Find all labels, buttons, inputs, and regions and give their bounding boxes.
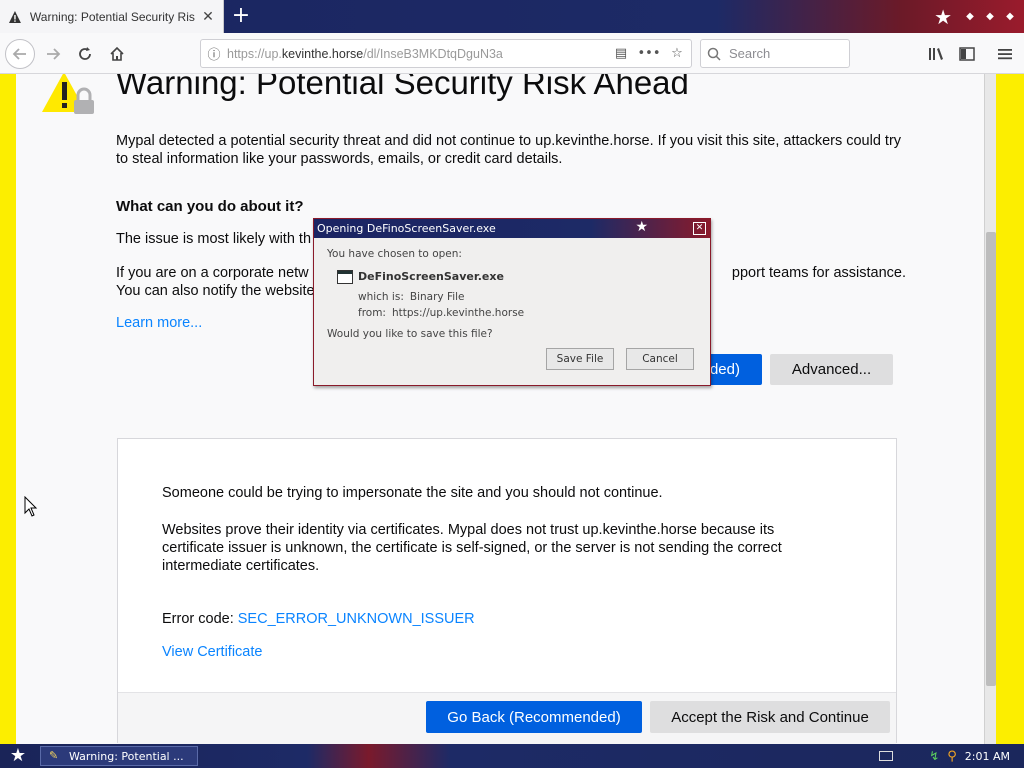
file-source-line: from: https://up.kevinthe.horse [358,307,524,319]
accept-risk-button[interactable]: Accept the Risk and Continue [650,701,890,733]
save-file-button[interactable]: Save File [546,348,614,370]
taskbar-item-browser[interactable]: ✎ Warning: Potential ... [40,746,198,766]
minimize-icon[interactable]: ◆ [962,9,978,25]
warning-icon [8,10,21,23]
library-icon [929,48,943,60]
error-page: Warning: Potential Security Risk Ahead M… [16,74,996,744]
view-certificate-link[interactable]: View Certificate [162,644,262,660]
corp-text-left: If you are on a corporate netw [116,265,309,281]
tab-security-warning[interactable]: Warning: Potential Security Risk A ✕ [0,0,224,33]
taskbar-item-label: Warning: Potential ... [69,749,184,763]
url-prefix: https://up. [227,46,282,61]
taskbar: ★ ✎ Warning: Potential ... ↯ ⚲ 2:01 AM [0,744,1024,768]
file-type-line: which is: Binary File [358,291,465,303]
keyboard-icon[interactable] [879,751,894,761]
what-can-you-do-heading: What can you do about it? [116,198,304,215]
executable-file-icon [337,270,353,284]
search-icon [707,47,721,61]
reload-button[interactable] [70,39,100,69]
search-input[interactable] [729,46,839,61]
sidebar-button[interactable] [955,42,979,66]
maximize-icon[interactable]: ◆ [982,9,998,25]
arrow-left-icon [12,48,26,60]
sidebar-icon [959,47,975,61]
error-code-line: Error code: SEC_ERROR_UNKNOWN_ISSUER [162,611,475,627]
hamburger-menu-icon [998,49,1012,60]
file-type-label: which is: [358,291,404,303]
tab-close-icon[interactable]: ✕ [201,9,215,25]
clock[interactable]: 2:01 AM [965,750,1010,763]
page-scrollbar[interactable] [984,74,996,744]
library-button[interactable] [924,42,948,66]
new-tab-button[interactable]: + [226,0,256,33]
dialog-title: Opening DeFinoScreenSaver.exe [317,222,496,235]
file-source-label: from: [358,307,386,319]
dialog-titlebar[interactable]: Opening DeFinoScreenSaver.exe ★ ✕ [314,219,710,238]
window-controls: ★ ◆ ◆ ◆ [934,0,1018,33]
start-button[interactable]: ★ [6,744,30,768]
impersonate-text: Someone could be trying to impersonate t… [162,485,663,501]
home-icon [110,46,124,61]
page-actions-icon[interactable]: ••• [635,46,663,61]
search-bar[interactable] [700,39,850,68]
url-path: /dl/InseB3MKDtqDguN3a [363,46,503,61]
home-button[interactable] [102,39,132,69]
certificate-explanation: Websites prove their identity via certif… [162,522,782,574]
forward-button[interactable] [38,39,68,69]
page-title: Warning: Potential Security Risk Ahead [116,74,689,101]
chosen-to-open-label: You have chosen to open: [327,248,462,260]
url-host: kevinthe.horse [281,46,364,61]
mouse-cursor-icon [24,496,38,517]
go-back-button[interactable]: Go Back (Recommended) [426,701,642,733]
scrollbar-thumb[interactable] [986,232,996,686]
dialog-body: You have chosen to open: DeFinoScreenSav… [314,238,710,385]
cancel-button[interactable]: Cancel [626,348,694,370]
save-question: Would you like to save this file? [327,328,493,340]
advanced-details-panel: Someone could be trying to impersonate t… [117,438,897,744]
network-icon[interactable]: ↯ [929,749,939,763]
content-area: Warning: Potential Security Risk Ahead M… [0,74,1024,744]
info-icon[interactable]: ⓘ [201,44,227,63]
corp-text-right: pport teams for assistance. [731,265,906,281]
download-filename: DeFinoScreenSaver.exe [358,270,504,283]
browser-app-icon: ✎ [49,749,59,762]
bookmark-star-icon[interactable]: ☆ [663,46,691,61]
navigation-bar: ⓘ https://up.kevinthe.horse/dl/InseB3MKD… [0,33,1024,74]
intro-text: Mypal detected a potential security thre… [116,133,902,167]
close-window-icon[interactable]: ◆ [1002,9,1018,25]
star-logo-icon: ★ [934,4,952,29]
back-button[interactable] [5,39,35,69]
menu-button[interactable] [993,42,1017,66]
details-button-row: Go Back (Recommended) Accept the Risk an… [118,692,896,744]
url-text[interactable]: https://up.kevinthe.horse/dl/InseB3MKDtq… [227,47,607,61]
search-tray-icon[interactable]: ⚲ [947,749,957,764]
issue-text: The issue is most likely with th [116,231,312,247]
file-type-value: Binary File [409,291,465,303]
error-code-label: Error code: [162,611,238,627]
tab-bar: Warning: Potential Security Risk A ✕ + ★… [0,0,1024,33]
url-bar[interactable]: ⓘ https://up.kevinthe.horse/dl/InseB3MKD… [200,39,692,68]
download-dialog: Opening DeFinoScreenSaver.exe ★ ✕ You ha… [313,218,711,386]
error-code-link[interactable]: SEC_ERROR_UNKNOWN_ISSUER [238,611,475,627]
file-source-value: https://up.kevinthe.horse [391,307,525,319]
security-warning-icon [42,74,94,114]
advanced-button[interactable]: Advanced... [770,354,893,385]
tab-title: Warning: Potential Security Risk A [29,9,196,24]
arrow-right-icon [47,48,61,60]
dialog-close-icon[interactable]: ✕ [693,222,706,235]
system-tray: ↯ ⚲ 2:01 AM [879,744,1010,768]
reload-icon [79,47,91,60]
star-logo-icon: ★ [635,219,648,235]
learn-more-link[interactable]: Learn more... [116,315,202,331]
reader-view-icon[interactable]: ▤ [607,46,635,61]
